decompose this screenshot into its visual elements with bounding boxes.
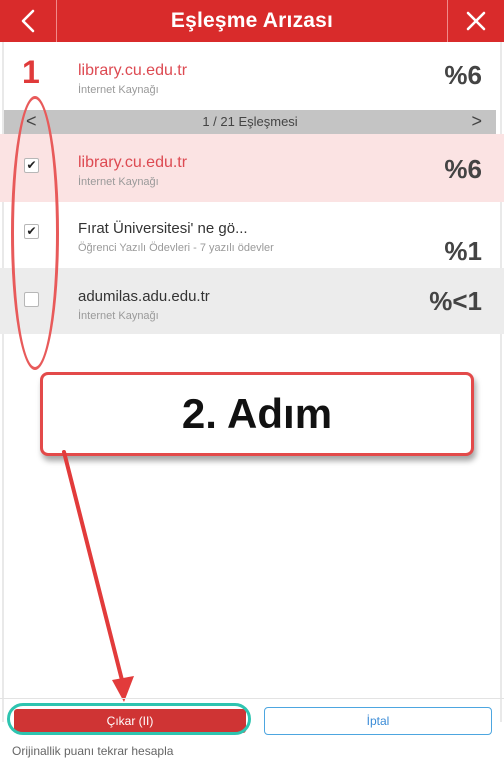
recalculate-link[interactable]: Orijinallik puanı tekrar hesapla bbox=[12, 744, 173, 758]
actions-divider bbox=[0, 698, 504, 699]
cancel-button[interactable]: İptal bbox=[264, 707, 492, 735]
annotation-arrow-icon bbox=[62, 450, 134, 702]
remove-button-annotation-ring bbox=[7, 703, 251, 735]
